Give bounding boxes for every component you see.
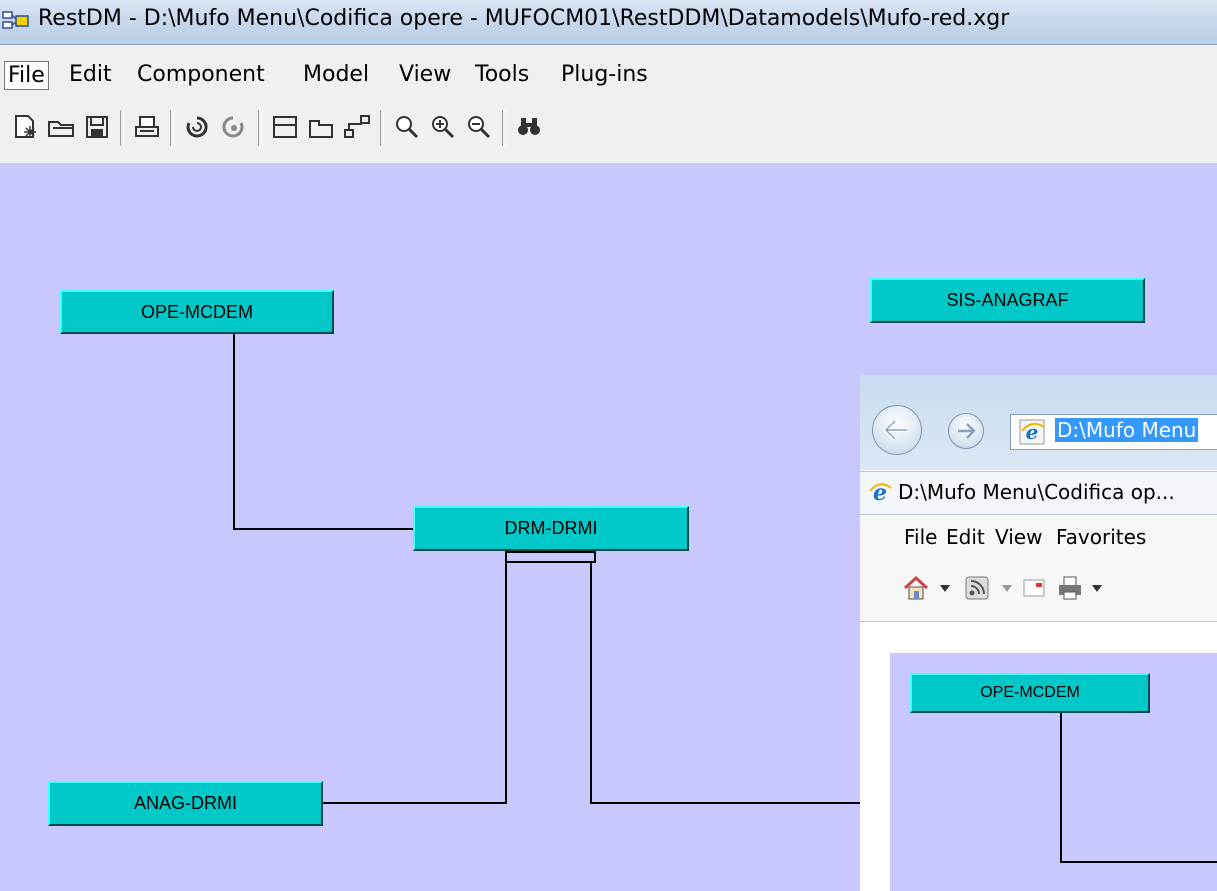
entity-anag-drmi[interactable]: ANAG-DRMI xyxy=(48,781,323,826)
relation-icon[interactable] xyxy=(342,112,372,142)
chevron-down-icon[interactable] xyxy=(1002,585,1012,593)
title-bar: RestDM - D:\Mufo Menu\Codifica opere - M… xyxy=(0,0,1217,45)
back-arrow-icon xyxy=(884,419,907,441)
window-title: RestDM - D:\Mufo Menu\Codifica opere - M… xyxy=(38,6,1010,31)
menu-view[interactable]: View xyxy=(396,61,454,88)
browser-menu-bar: File Edit View Favorites xyxy=(860,515,1217,559)
zoom-in-icon[interactable] xyxy=(428,112,458,142)
undo-icon[interactable] xyxy=(182,112,212,142)
browser-command-bar xyxy=(860,559,1217,622)
forward-button[interactable] xyxy=(948,413,984,449)
browser-window[interactable]: e D:\Mufo Menu e D:\Mufo Menu\Codifica o… xyxy=(860,375,1217,891)
print-icon[interactable] xyxy=(1056,575,1084,601)
connector-line xyxy=(590,561,592,804)
menu-file[interactable]: File xyxy=(4,61,49,90)
menu-plugins[interactable]: Plug-ins xyxy=(558,61,651,88)
home-icon[interactable] xyxy=(902,575,930,601)
toolbar-separator xyxy=(502,110,506,146)
browser-nav-bar: e D:\Mufo Menu xyxy=(860,375,1217,470)
new-icon[interactable] xyxy=(10,112,40,142)
toolbar-separator xyxy=(258,110,262,146)
menu-model[interactable]: Model xyxy=(300,61,372,88)
embedded-diagram: OPE-MCDEM xyxy=(890,653,1217,891)
entity-sis-anagraf[interactable]: SIS-ANAGRAF xyxy=(870,278,1145,323)
address-text[interactable]: D:\Mufo Menu xyxy=(1055,418,1199,442)
find-icon[interactable] xyxy=(514,112,544,142)
menu-tools[interactable]: Tools xyxy=(472,61,532,88)
connector-line xyxy=(590,802,860,804)
tab-title[interactable]: D:\Mufo Menu\Codifica op... xyxy=(898,480,1175,504)
browser-tab[interactable]: e D:\Mufo Menu\Codifica op... xyxy=(860,471,1217,515)
back-button[interactable] xyxy=(872,405,922,455)
chevron-down-icon[interactable] xyxy=(1092,585,1102,593)
save-icon[interactable] xyxy=(82,112,112,142)
view-icon[interactable] xyxy=(306,112,336,142)
connector-line xyxy=(320,802,507,804)
app-icon xyxy=(2,11,29,29)
address-bar[interactable]: e D:\Mufo Menu xyxy=(1010,414,1217,450)
feeds-icon[interactable] xyxy=(964,575,990,601)
ie-page-icon: e xyxy=(1019,419,1045,445)
redo-icon[interactable] xyxy=(218,112,248,142)
connector-line xyxy=(233,528,416,530)
zoom-icon[interactable] xyxy=(392,112,422,142)
browser-menu-edit[interactable]: Edit xyxy=(946,525,985,549)
menu-bar: File Edit Component Model View Tools Plu… xyxy=(0,59,1217,93)
connector-line xyxy=(1060,861,1217,863)
toolbar-separator xyxy=(120,110,124,146)
connector-line xyxy=(505,561,507,804)
browser-menu-file[interactable]: File xyxy=(904,525,937,549)
ie-tab-icon: e xyxy=(869,480,892,504)
print-icon[interactable] xyxy=(132,112,162,142)
toolbar-separator xyxy=(170,110,174,146)
relation-anchor[interactable] xyxy=(505,551,596,563)
toolbar xyxy=(0,102,1217,154)
connector-line xyxy=(233,333,235,529)
connector-line xyxy=(1060,713,1062,863)
menu-component[interactable]: Component xyxy=(134,61,268,88)
zoom-out-icon[interactable] xyxy=(464,112,494,142)
embedded-entity-ope-mcdem[interactable]: OPE-MCDEM xyxy=(910,673,1150,713)
mail-icon[interactable] xyxy=(1022,577,1046,599)
chevron-down-icon[interactable] xyxy=(940,585,950,593)
browser-menu-favorites[interactable]: Favorites xyxy=(1056,525,1146,549)
entity-icon[interactable] xyxy=(270,112,300,142)
entity-drm-drmi[interactable]: DRM-DRMI xyxy=(413,506,689,551)
entity-ope-mcdem[interactable]: OPE-MCDEM xyxy=(60,290,334,334)
browser-menu-view[interactable]: View xyxy=(995,525,1042,549)
open-icon[interactable] xyxy=(46,112,76,142)
menu-edit[interactable]: Edit xyxy=(66,61,115,88)
toolbar-separator xyxy=(380,110,384,146)
forward-arrow-icon xyxy=(958,423,976,439)
